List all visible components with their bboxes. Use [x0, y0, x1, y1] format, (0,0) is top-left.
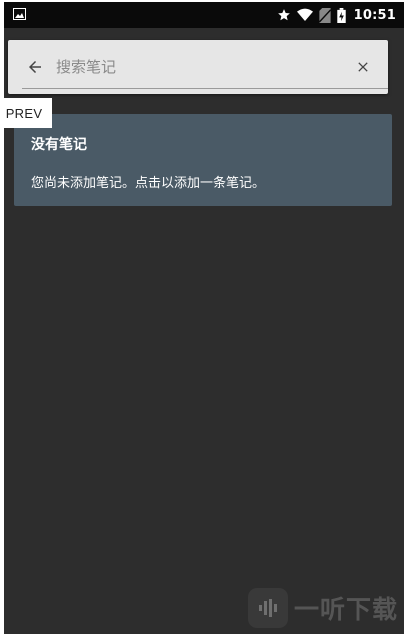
empty-state-title: 没有笔记 [31, 137, 87, 153]
search-bar [8, 40, 388, 94]
status-icons: 10:51 [277, 2, 396, 28]
arrow-left-icon [29, 61, 41, 73]
app-screen: 10:51 没有笔记 您尚未添加笔记。点击以添加一条笔记。 [4, 2, 404, 634]
close-icon [358, 62, 368, 72]
empty-notes-card[interactable]: 没有笔记 您尚未添加笔记。点击以添加一条笔记。 [14, 114, 392, 206]
status-time: 10:51 [353, 7, 396, 23]
clear-search-button[interactable] [350, 54, 376, 80]
status-bar: 10:51 [4, 2, 404, 28]
battery-charging-icon [336, 7, 346, 23]
image-icon [13, 8, 26, 20]
empty-state-message: 您尚未添加笔记。点击以添加一条笔记。 [31, 176, 266, 191]
watermark-text: 一听下载 [293, 595, 398, 624]
star-icon [277, 9, 290, 21]
no-sim-icon [318, 7, 331, 23]
watermark: 一听下载 [247, 588, 398, 628]
sound-wave-icon [258, 599, 277, 617]
search-input[interactable] [56, 54, 346, 80]
wifi-icon [296, 8, 313, 21]
watermark-logo [247, 588, 288, 628]
prev-button[interactable]: PREV [0, 98, 52, 128]
back-button[interactable] [22, 54, 48, 80]
search-underline [22, 88, 388, 89]
